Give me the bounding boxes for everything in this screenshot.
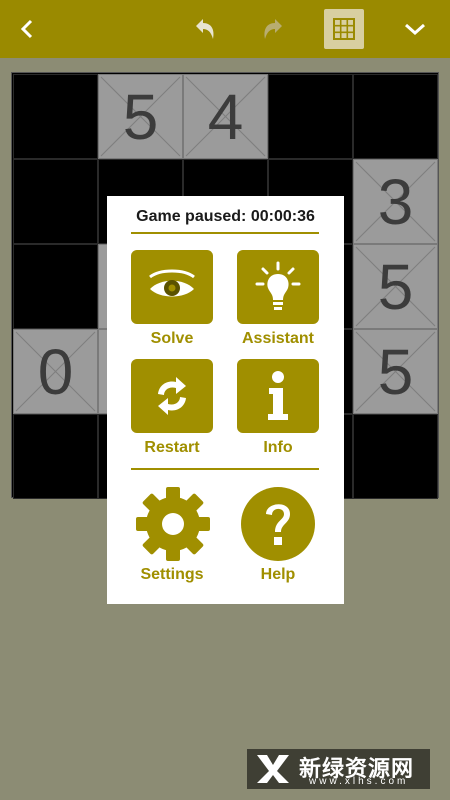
- divider: [131, 232, 319, 234]
- watermark-logo: [257, 755, 289, 783]
- divider: [131, 468, 319, 470]
- restart-label: Restart: [144, 439, 200, 456]
- cell-number: 4: [207, 80, 244, 153]
- assistant-label: Assistant: [241, 330, 315, 347]
- restart-button[interactable]: [131, 359, 213, 433]
- solve-button[interactable]: [131, 250, 213, 324]
- board-cell[interactable]: 3: [353, 159, 438, 244]
- board-cell[interactable]: [13, 159, 98, 244]
- cell-number: 5: [377, 250, 414, 323]
- board-cell[interactable]: 0: [13, 329, 98, 414]
- settings-button[interactable]: [135, 486, 211, 562]
- redo-button[interactable]: [250, 0, 296, 58]
- board-cell[interactable]: [13, 244, 98, 329]
- undo-button[interactable]: [182, 0, 228, 58]
- lightbulb-icon: [255, 261, 301, 310]
- board-cell[interactable]: 5: [353, 329, 438, 414]
- top-toolbar: [0, 0, 450, 58]
- undo-icon: [196, 19, 214, 39]
- board-cell[interactable]: 4: [183, 74, 268, 159]
- refresh-icon: [158, 377, 186, 415]
- board-cell[interactable]: 5: [98, 74, 183, 159]
- chevron-down-icon: [405, 23, 425, 36]
- cell-number: 3: [377, 165, 414, 238]
- board-cell[interactable]: [13, 414, 98, 499]
- chevron-left-icon: [20, 19, 33, 39]
- solve-label: Solve: [150, 330, 194, 347]
- settings-label: Settings: [140, 566, 204, 583]
- cell-number: 0: [37, 335, 74, 408]
- info-icon: [268, 371, 288, 420]
- board-cell[interactable]: [353, 414, 438, 499]
- cell-number: 5: [377, 335, 414, 408]
- board-cell[interactable]: [13, 74, 98, 159]
- info-label: Info: [263, 439, 293, 456]
- pause-title: Game paused: 00:00:36: [136, 208, 315, 225]
- board-cell[interactable]: 5: [353, 244, 438, 329]
- eye-icon: [149, 269, 195, 297]
- grid-toggle-button[interactable]: [324, 9, 364, 49]
- question-icon: [241, 487, 315, 561]
- grid-icon: [333, 18, 355, 40]
- menu-button[interactable]: [392, 0, 438, 58]
- help-button[interactable]: [240, 486, 316, 562]
- board-cell[interactable]: [268, 74, 353, 159]
- gear-icon: [136, 487, 210, 561]
- back-button[interactable]: [4, 0, 50, 58]
- cell-number: 5: [122, 80, 159, 153]
- help-label: Help: [260, 566, 296, 583]
- watermark: 新绿资源网 www.xlhs.com: [247, 749, 430, 789]
- info-button[interactable]: [237, 359, 319, 433]
- board-cell[interactable]: [353, 74, 438, 159]
- redo-icon: [264, 19, 282, 39]
- assistant-button[interactable]: [237, 250, 319, 324]
- pause-dialog: Game paused: 00:00:36 Solve Assistant Re…: [107, 196, 344, 604]
- watermark-url: www.xlhs.com: [309, 776, 409, 787]
